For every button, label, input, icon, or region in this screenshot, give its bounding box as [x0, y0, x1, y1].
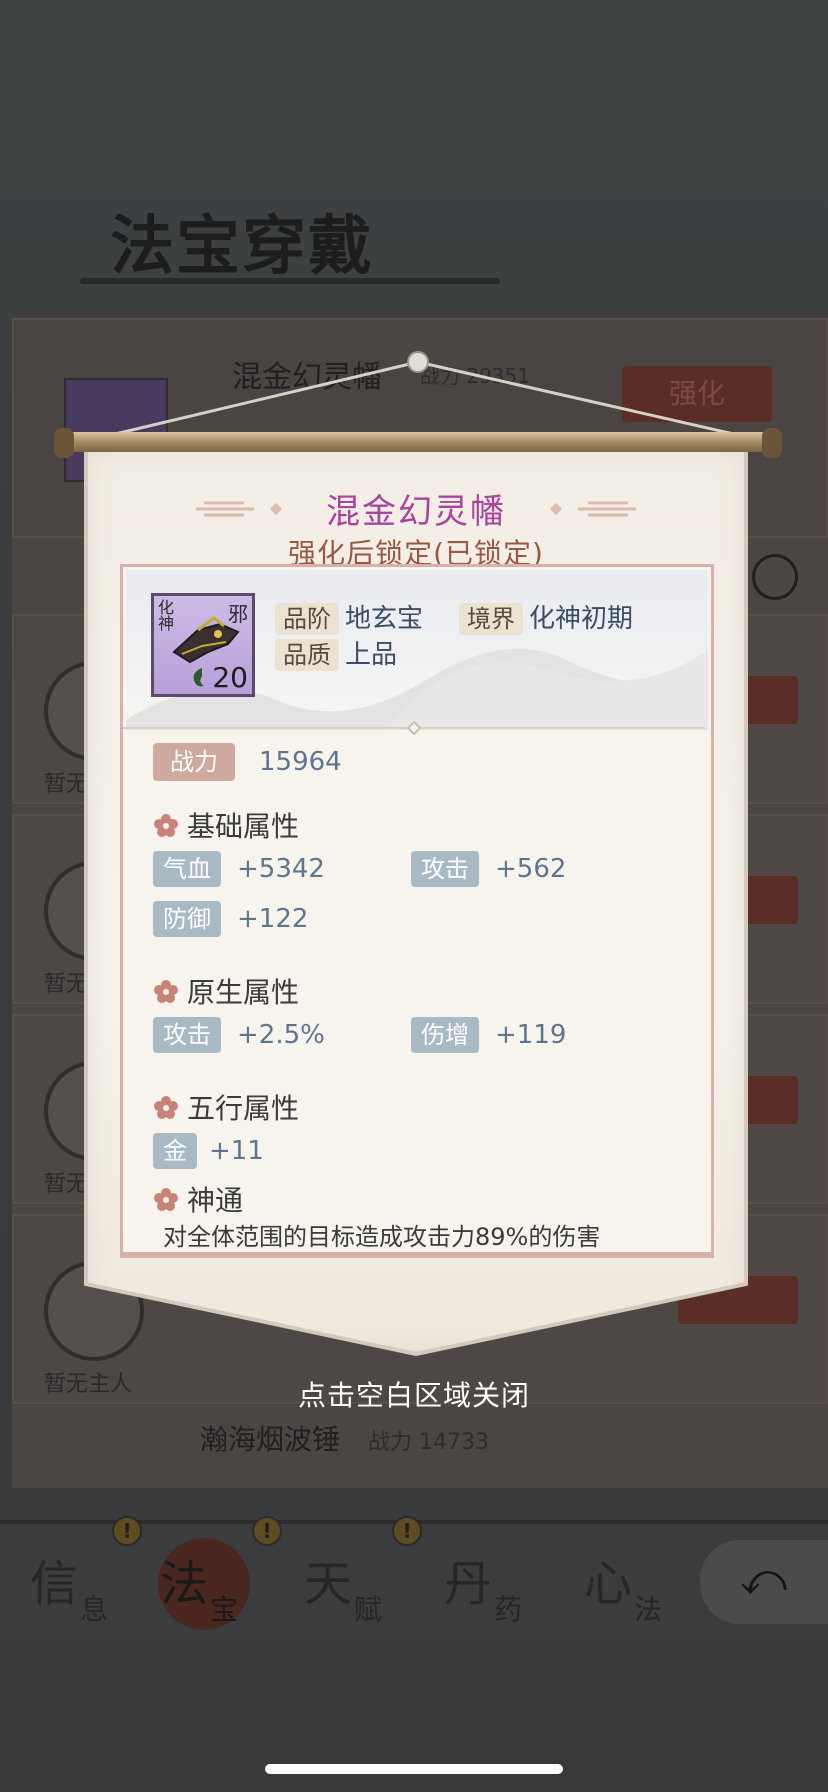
- section-native-title: 原生属性: [187, 976, 300, 1009]
- section-native-stats: 原生属性: [153, 971, 299, 1011]
- stat-value: +5342: [237, 854, 325, 884]
- tab-talent-big: 天: [304, 1556, 353, 1612]
- tab-technique[interactable]: 心 法: [564, 1544, 684, 1634]
- page-title: 法宝穿戴: [110, 209, 374, 284]
- equipped-item-power-value: 29351: [466, 364, 530, 388]
- flower-icon: [154, 1188, 178, 1211]
- enhance-button[interactable]: 强化: [622, 366, 772, 422]
- alert-badge-icon: !: [112, 1516, 142, 1546]
- equipped-item-power-label: 战力: [420, 364, 460, 388]
- section-base-title: 基础属性: [187, 810, 300, 843]
- item-detail-panel[interactable]: 化神 邪 20 品阶 地玄宝 境界 化神初期 品质 上品 战力 15964 基础…: [120, 564, 714, 1256]
- cloud-ornament-icon: [196, 501, 282, 517]
- tab-pills-small: 药: [494, 1593, 523, 1626]
- banner-weapon-icon: [172, 616, 240, 664]
- back-button[interactable]: ⤺: [700, 1540, 828, 1624]
- item-name: 混金幻灵幡: [326, 492, 506, 532]
- tab-pills[interactable]: 丹 药: [424, 1544, 544, 1634]
- scroll-rod-end: [762, 428, 782, 458]
- tab-technique-small: 法: [634, 1593, 663, 1626]
- list-item-name: 瀚海烟波锤: [200, 1423, 341, 1456]
- scroll-rod-end: [54, 428, 74, 458]
- stat-value: +11: [209, 1136, 264, 1166]
- quality-value: 上品: [345, 640, 398, 670]
- tab-treasure-small: 宝: [210, 1593, 239, 1626]
- return-arrow-icon: ⤺: [740, 1554, 788, 1605]
- alert-badge-icon: !: [252, 1516, 282, 1546]
- realm-value: 化神初期: [529, 604, 634, 634]
- checkmark-icon[interactable]: [752, 554, 798, 600]
- stat-value: +562: [495, 854, 567, 884]
- stat-label: 攻击: [153, 1017, 221, 1053]
- tab-info[interactable]: 信 息: [10, 1544, 130, 1634]
- power-value: 15964: [259, 747, 342, 777]
- item-level: 20: [212, 661, 248, 694]
- flower-icon: [154, 1096, 178, 1119]
- list-item-power-value: 14733: [419, 1430, 490, 1455]
- equipped-item-power: 战力 29351: [420, 360, 530, 389]
- close-hint[interactable]: 点击空白区域关闭: [0, 1374, 828, 1414]
- stat-label: 攻击: [411, 851, 479, 887]
- stat-value: +122: [237, 904, 309, 934]
- divider-ornament: [123, 721, 705, 735]
- section-element-title: 五行属性: [187, 1092, 300, 1125]
- section-element-stats: 五行属性: [153, 1087, 299, 1127]
- flower-icon: [154, 814, 178, 837]
- tab-talent[interactable]: 天 赋: [284, 1544, 404, 1634]
- home-indicator[interactable]: [265, 1764, 563, 1774]
- flower-icon: [154, 980, 178, 1003]
- stat-label: 防御: [153, 901, 221, 937]
- quality-label: 品质: [275, 639, 339, 671]
- level-swirl-icon: [193, 668, 204, 687]
- item-icon: 化神 邪 20: [151, 593, 255, 697]
- tab-pills-big: 丹: [444, 1556, 493, 1612]
- tab-talent-small: 赋: [354, 1593, 383, 1626]
- stat-label: 气血: [153, 851, 221, 887]
- scroll-rod: [58, 432, 778, 452]
- section-skill: 神通: [153, 1179, 243, 1219]
- realm-label: 境界: [459, 603, 523, 635]
- tab-technique-big: 心: [584, 1556, 633, 1612]
- tab-treasure-big: 法: [160, 1556, 209, 1612]
- item-title-row: 混金幻灵幡: [84, 484, 748, 534]
- list-item-power: 战力 14733: [368, 1424, 489, 1456]
- equipped-item-name: 混金幻灵幡: [232, 360, 382, 395]
- stat-label: 金: [153, 1133, 197, 1169]
- stat-label: 伤增: [411, 1017, 479, 1053]
- skill-description: 对全体范围的目标造成攻击力89%的伤害: [163, 1223, 601, 1251]
- stat-value: +119: [495, 1020, 567, 1050]
- alert-badge-icon: !: [392, 1516, 422, 1546]
- power-label: 战力: [153, 743, 235, 781]
- panel-bottom-border: [120, 1252, 714, 1258]
- section-base-stats: 基础属性: [153, 805, 299, 845]
- grade-label: 品阶: [275, 603, 339, 635]
- stat-value: +2.5%: [237, 1020, 325, 1050]
- section-skill-title: 神通: [187, 1184, 244, 1217]
- title-brush-stroke: [80, 278, 500, 284]
- tab-info-big: 信: [30, 1556, 79, 1612]
- grade-value: 地玄宝: [345, 604, 424, 634]
- cloud-ornament-icon: [550, 501, 636, 517]
- tab-treasure[interactable]: 法 宝: [140, 1538, 260, 1634]
- list-item-power-label: 战力: [368, 1430, 413, 1455]
- tab-info-small: 息: [80, 1593, 109, 1626]
